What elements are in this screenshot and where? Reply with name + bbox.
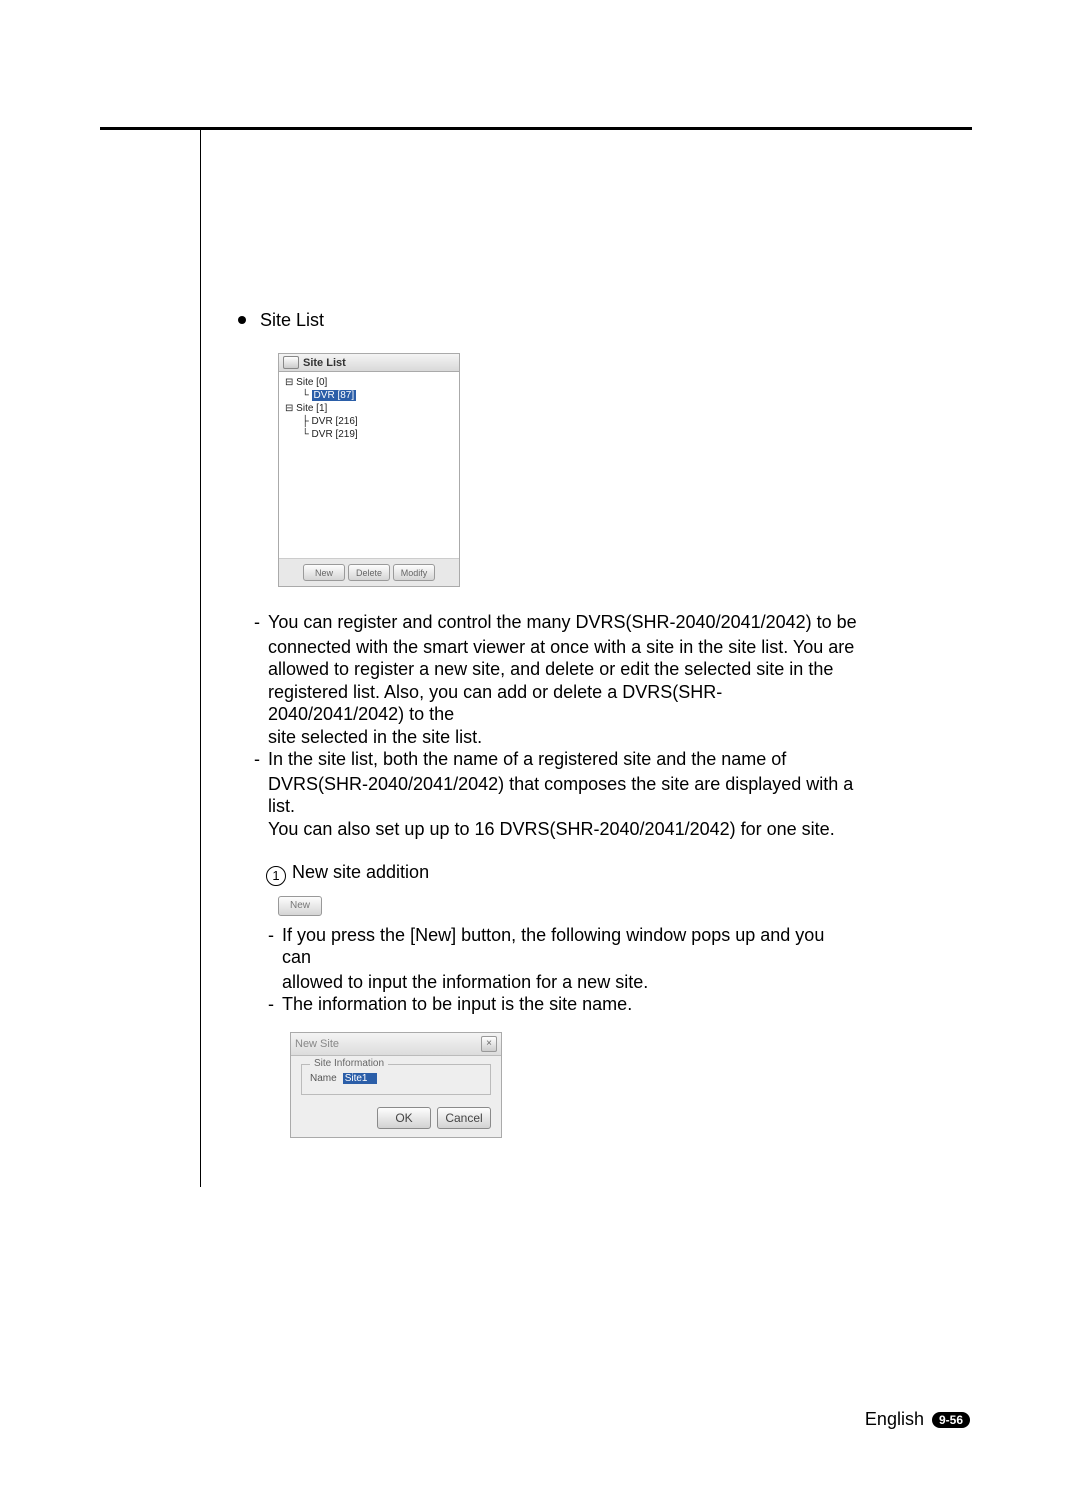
para-1-line-1: You can register and control the many DV…: [238, 611, 858, 634]
dialog-title: New Site: [295, 1038, 339, 1050]
para-2-line-1: In the site list, both the name of a reg…: [238, 748, 858, 771]
site-list-panel: Site List ⊟ Site [0] └ DVR [87] ⊟ Site […: [278, 353, 460, 587]
para-1-line-2: connected with the smart viewer at once …: [238, 636, 858, 659]
close-icon[interactable]: ×: [481, 1036, 497, 1052]
bullet-icon: [238, 316, 246, 324]
panel-title: Site List: [303, 357, 346, 369]
footer-language: English: [865, 1409, 924, 1430]
site-information-fieldset: Site Information Name Site1: [301, 1064, 491, 1095]
para-2-line-2: DVRS(SHR-2040/2041/2042) that composes t…: [238, 773, 858, 818]
step-1-para-2: The information to be input is the site …: [252, 993, 858, 1016]
para-1-line-5: site selected in the site list.: [238, 726, 858, 749]
page-footer: English 9-56: [865, 1409, 970, 1430]
tree-node-site0[interactable]: ⊟ Site [0]: [285, 376, 455, 389]
tree-node-dvr216[interactable]: ├ DVR [216]: [285, 415, 455, 428]
side-rule: [200, 127, 201, 1187]
ok-button[interactable]: OK: [377, 1107, 431, 1129]
top-rule: [100, 127, 972, 130]
description-block: You can register and control the many DV…: [238, 611, 858, 840]
new-button[interactable]: New: [303, 564, 345, 581]
name-label: Name: [310, 1073, 337, 1084]
step-1-para-1-line-1: If you press the [New] button, the follo…: [252, 924, 858, 969]
tree-node-dvr87[interactable]: └ DVR [87]: [285, 389, 455, 402]
fieldset-legend: Site Information: [310, 1058, 388, 1069]
step-1-para-1-line-2: allowed to input the information for a n…: [252, 971, 858, 994]
cancel-button[interactable]: Cancel: [437, 1107, 491, 1129]
delete-button[interactable]: Delete: [348, 564, 390, 581]
dialog-body: Site Information Name Site1: [291, 1056, 501, 1101]
content-column: Site List Site List ⊟ Site [0] └ DVR [87…: [238, 310, 858, 1138]
new-site-dialog: New Site × Site Information Name Site1 O…: [290, 1032, 502, 1138]
step-1-header: 1 New site addition: [266, 862, 858, 886]
tree-node-site1[interactable]: ⊟ Site [1]: [285, 402, 455, 415]
dialog-button-row: OK Cancel: [291, 1101, 501, 1137]
step-1-new-button[interactable]: New: [278, 896, 322, 916]
step-1-title: New site addition: [292, 862, 429, 882]
para-2-line-3: You can also set up up to 16 DVRS(SHR-20…: [238, 818, 858, 841]
para-1-line-4: registered list. Also, you can add or de…: [238, 681, 858, 726]
dialog-titlebar: New Site ×: [291, 1033, 501, 1056]
panel-button-row: New Delete Modify: [279, 559, 459, 586]
step-1-number: 1: [266, 866, 286, 886]
tree-view[interactable]: ⊟ Site [0] └ DVR [87] ⊟ Site [1] ├ DVR […: [279, 372, 459, 559]
name-input[interactable]: Site1: [343, 1073, 377, 1084]
modify-button[interactable]: Modify: [393, 564, 435, 581]
tree-node-dvr219[interactable]: └ DVR [219]: [285, 428, 455, 441]
step-1-description: If you press the [New] button, the follo…: [252, 924, 858, 1016]
name-row: Name Site1: [310, 1073, 482, 1084]
panel-header: Site List: [279, 354, 459, 372]
panel-icon: [283, 356, 299, 369]
para-1-line-3: allowed to register a new site, and dele…: [238, 658, 858, 681]
section-header: Site List: [238, 310, 858, 331]
footer-page-number: 9-56: [932, 1412, 970, 1428]
section-title: Site List: [260, 310, 324, 330]
